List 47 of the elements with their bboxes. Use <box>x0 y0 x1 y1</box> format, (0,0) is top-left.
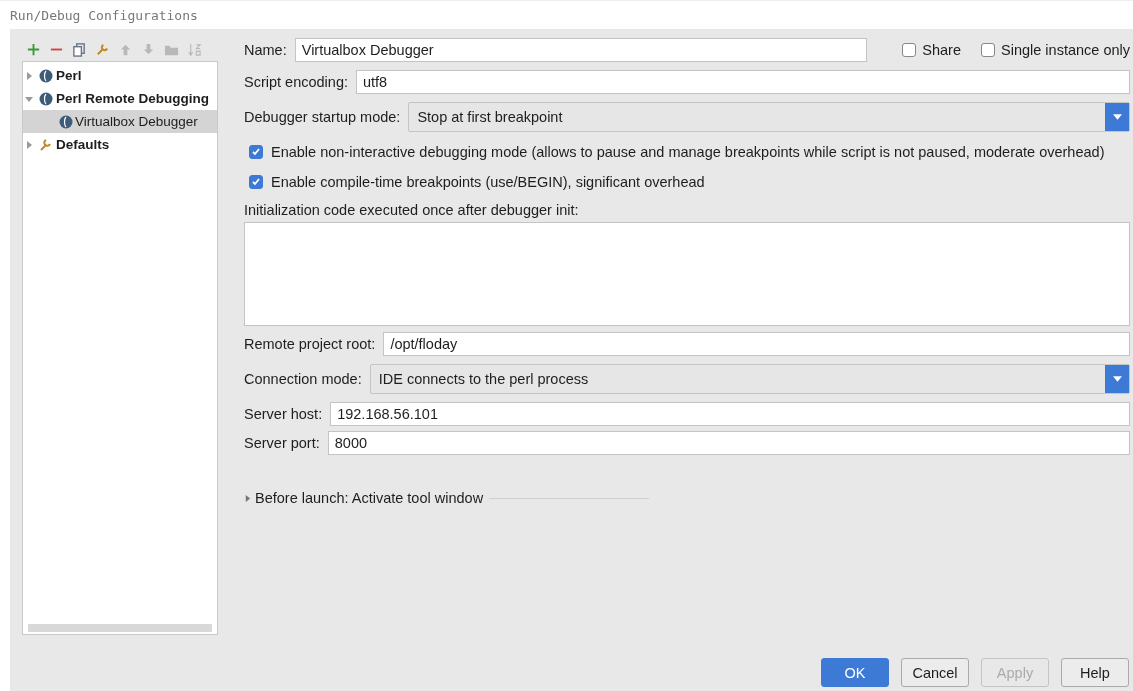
caret-icon <box>1112 375 1122 383</box>
connection-mode-dropdown[interactable]: IDE connects to the perl process <box>369 364 1130 394</box>
script-encoding-label: Script encoding: <box>244 74 348 90</box>
option-checkbox[interactable] <box>249 145 263 159</box>
share-label: Share <box>922 42 961 58</box>
startup-mode-label: Debugger startup mode: <box>244 109 401 125</box>
expander-icon[interactable] <box>25 71 33 80</box>
tree-item[interactable]: Perl Remote Debugging <box>23 87 217 110</box>
perl-icon <box>59 114 73 129</box>
expander-icon[interactable] <box>244 494 251 502</box>
option-label: Enable non-interactive debugging mode (allows to pause and manage breakpoints while script is not paused, moderate overhead) <box>271 144 1105 160</box>
window-title: Run/Debug Configurations <box>10 7 198 23</box>
init-code-field[interactable] <box>244 222 1130 326</box>
before-launch-label[interactable]: Before launch: Activate tool window <box>255 490 484 506</box>
copy-icon[interactable] <box>72 41 87 57</box>
share-checkbox[interactable] <box>902 43 917 57</box>
caret-icon <box>1112 113 1122 121</box>
startup-mode-dropdown[interactable]: Stop at first breakpoint <box>408 102 1130 132</box>
single-instance-checkbox[interactable] <box>981 43 995 57</box>
remote-root-label: Remote project root: <box>244 336 376 352</box>
remote-root-field[interactable]: /opt/floday <box>383 332 1130 356</box>
tree-item[interactable]: Defaults <box>23 133 217 156</box>
tree-item[interactable]: Virtualbox Debugger <box>23 110 217 133</box>
connection-mode-label: Connection mode: <box>244 371 362 387</box>
server-host-field[interactable]: 192.168.56.101 <box>330 402 1130 426</box>
option-label: Enable compile-time breakpoints (use/BEGIN), significant overhead <box>271 174 705 190</box>
perl-icon <box>39 91 53 106</box>
script-encoding-field[interactable]: utf8 <box>356 70 1130 94</box>
add-icon[interactable] <box>26 41 41 57</box>
dialog-button[interactable]: OK <box>821 658 889 687</box>
server-port-label: Server port: <box>244 435 320 451</box>
expander-icon[interactable] <box>25 140 33 149</box>
name-label: Name: <box>244 42 287 58</box>
wrench-icon <box>39 137 53 152</box>
init-code-label: Initialization code executed once after debugger init: <box>244 202 580 218</box>
dialog-button[interactable]: Help <box>1061 658 1129 687</box>
scrollbar[interactable] <box>28 624 212 632</box>
server-port-field[interactable]: 8000 <box>327 431 1130 455</box>
expander-icon[interactable] <box>25 94 33 103</box>
tree-item[interactable]: Perl <box>23 64 217 87</box>
server-host-label: Server host: <box>244 406 323 422</box>
perl-icon <box>39 68 53 83</box>
single-instance-label: Single instance only <box>1001 42 1130 58</box>
name-field[interactable]: Virtualbox Debugger <box>294 38 867 62</box>
wrench-icon[interactable] <box>95 41 110 57</box>
option-checkbox[interactable] <box>249 175 263 189</box>
dialog-button[interactable]: Cancel <box>901 658 969 687</box>
